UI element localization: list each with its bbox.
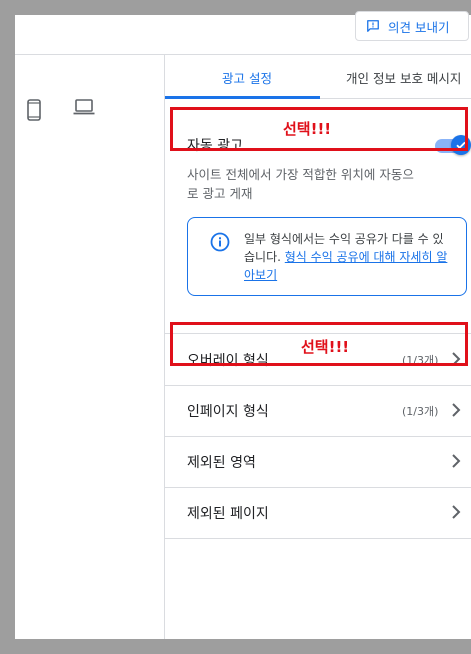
tab-privacy-messages[interactable]: 개인 정보 보호 메시지 [346,68,461,87]
chevron-right-icon [452,505,461,519]
chevron-right-icon [452,403,461,417]
chevron-right-icon [452,454,461,468]
menu-item-label: 인페이지 형식 [187,404,269,420]
preview-pane [15,55,165,639]
auto-ads-title: 자동 광고 [187,138,243,154]
mobile-icon[interactable] [27,99,41,121]
annotation-label-auto-ads: 선택!!! [283,120,332,138]
menu-item-label: 제외된 영역 [187,455,256,471]
menu-item-label: 오버레이 형식 [187,353,269,369]
check-icon [456,141,466,150]
info-notice-text: 일부 형식에서는 수익 공유가 다를 수 있습니다. 형식 수익 공유에 대해 … [244,230,454,284]
feedback-icon [367,20,379,32]
tab-ad-settings[interactable]: 광고 설정 [222,68,272,87]
divider [165,538,471,539]
auto-ads-toggle[interactable] [435,135,471,155]
info-icon [210,232,230,252]
menu-item-count: (1/3개) [402,405,439,418]
auto-ads-description: 사이트 전체에서 가장 적합한 위치에 자동으로 광고 게재 [187,167,414,201]
info-notice: 일부 형식에서는 수익 공유가 다를 수 있습니다. 형식 수익 공유에 대해 … [187,217,467,296]
send-feedback-button[interactable]: 의견 보내기 [355,11,469,41]
chevron-right-icon [452,352,461,366]
toggle-knob [451,135,471,155]
menu-item-excluded-pages[interactable]: 제외된 페이지 [165,487,471,538]
tab-bar: 광고 설정 개인 정보 보호 메시지 [165,55,471,99]
menu-item-in-page-formats[interactable]: 인페이지 형식 (1/3개) [165,385,471,436]
send-feedback-label: 의견 보내기 [388,19,450,35]
menu-item-label: 제외된 페이지 [187,506,269,522]
laptop-icon[interactable] [73,99,95,115]
menu-item-excluded-areas[interactable]: 제외된 영역 [165,436,471,487]
menu-item-count: (1/3개) [402,354,439,367]
annotation-label-overlay: 선택!!! [301,338,350,356]
ads-settings-dialog: 의견 보내기 광고 설정 개인 정보 보호 메시지 자동 광고 사이트 전체에서… [15,11,471,639]
top-bar: 의견 보내기 [15,11,471,55]
